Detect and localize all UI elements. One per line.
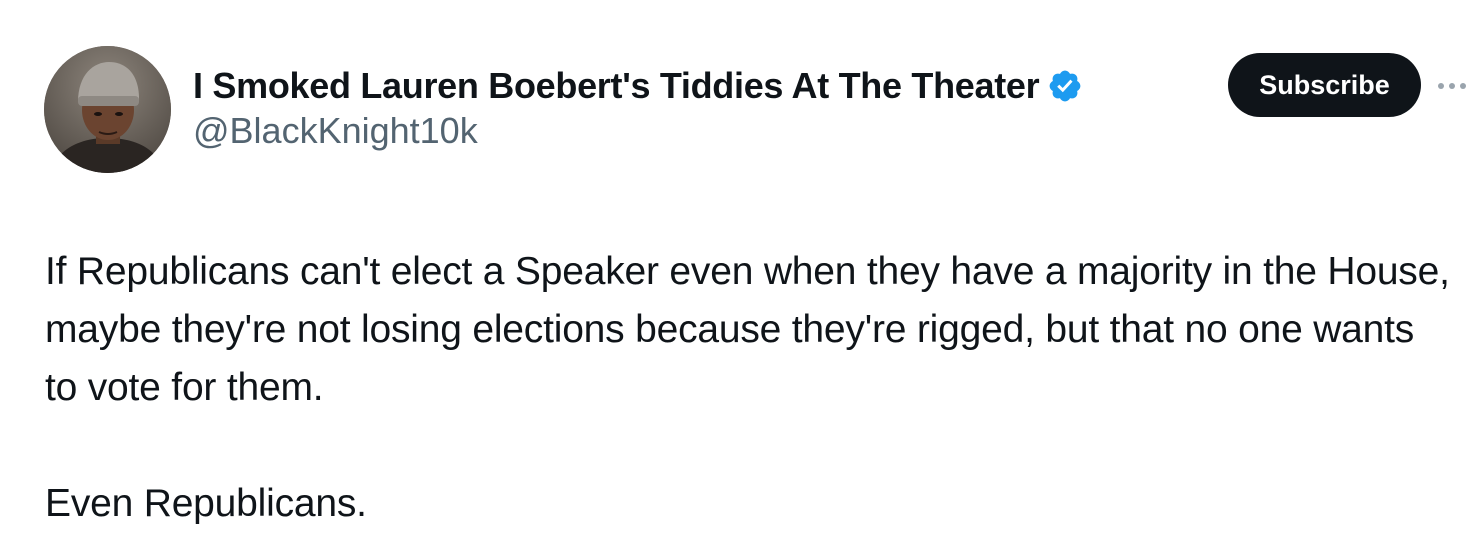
- verified-badge-icon[interactable]: [1047, 68, 1083, 104]
- tweet-paragraph: If Republicans can't elect a Speaker eve…: [45, 250, 1450, 409]
- author-name-row: I Smoked Lauren Boebert's Tiddies At The…: [193, 62, 1083, 110]
- avatar[interactable]: [44, 46, 171, 173]
- tweet-paragraph: Even Republicans.: [45, 482, 367, 525]
- tweet-text: If Republicans can't elect a Speaker eve…: [45, 243, 1455, 533]
- avatar-photo: [44, 46, 171, 173]
- tweet-card: I Smoked Lauren Boebert's Tiddies At The…: [0, 0, 1473, 545]
- more-dot: [1438, 83, 1444, 89]
- more-dot: [1460, 83, 1466, 89]
- author-display-name[interactable]: I Smoked Lauren Boebert's Tiddies At The…: [193, 65, 1040, 107]
- more-horizontal-icon[interactable]: [1438, 80, 1470, 92]
- author-handle[interactable]: @BlackKnight10k: [193, 110, 478, 152]
- subscribe-button[interactable]: Subscribe: [1228, 53, 1421, 117]
- more-dot: [1449, 83, 1455, 89]
